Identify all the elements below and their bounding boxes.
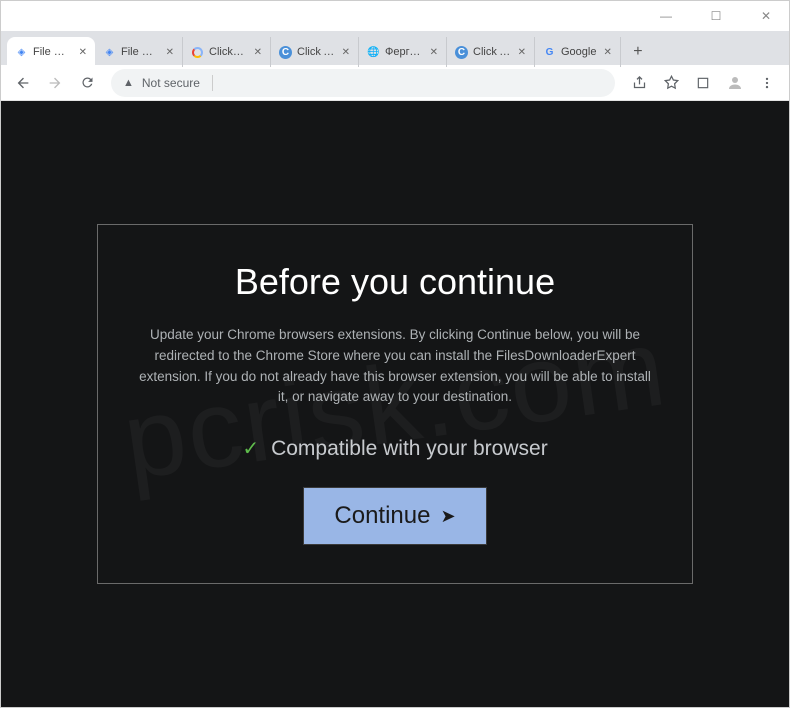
tab-fergana[interactable]: 🌐 Фергана - ... ✕ bbox=[359, 37, 447, 67]
address-bar[interactable]: ▲ Not secure bbox=[111, 69, 615, 97]
new-tab-button[interactable]: + bbox=[625, 39, 651, 65]
tab-click-quo[interactable]: Click &quo... ✕ bbox=[183, 37, 271, 67]
window-titlebar: — ☐ ✕ bbox=[1, 1, 789, 31]
tab-file-download-2[interactable]: ◈ File Downl... ✕ bbox=[95, 37, 183, 67]
close-window-button[interactable]: ✕ bbox=[749, 5, 783, 27]
google-icon: G bbox=[543, 46, 556, 59]
cube-icon: ◈ bbox=[103, 46, 116, 59]
forward-button[interactable] bbox=[41, 69, 69, 97]
ring-icon bbox=[191, 46, 204, 59]
bookmark-button[interactable] bbox=[657, 69, 685, 97]
close-tab-icon[interactable]: ✕ bbox=[77, 47, 89, 58]
person-icon bbox=[726, 74, 744, 92]
close-tab-icon[interactable]: ✕ bbox=[164, 47, 176, 58]
tab-google[interactable]: G Google ✕ bbox=[535, 37, 621, 67]
close-tab-icon[interactable]: ✕ bbox=[516, 47, 528, 58]
close-tab-icon[interactable]: ✕ bbox=[340, 47, 352, 58]
continue-modal: Before you continue Update your Chrome b… bbox=[97, 224, 693, 585]
c-icon: C bbox=[279, 46, 292, 59]
browser-toolbar: ▲ Not secure bbox=[1, 65, 789, 101]
page-content: pcrisk.com Before you continue Update yo… bbox=[1, 101, 789, 707]
tab-label: Фергана - ... bbox=[385, 46, 423, 58]
tab-label: File Downl... bbox=[33, 46, 72, 58]
modal-heading: Before you continue bbox=[136, 261, 654, 303]
continue-label: Continue bbox=[334, 502, 430, 530]
close-tab-icon[interactable]: ✕ bbox=[601, 47, 613, 58]
compatibility-label: Compatible with your browser bbox=[271, 437, 548, 461]
tab-label: File Downl... bbox=[121, 46, 159, 58]
maximize-button[interactable]: ☐ bbox=[699, 5, 733, 27]
tab-label: Click Allow bbox=[473, 46, 511, 58]
arrow-right-icon bbox=[47, 75, 63, 91]
browser-window: — ☐ ✕ ◈ File Downl... ✕ ◈ File Downl... … bbox=[0, 0, 790, 708]
toolbar-right bbox=[625, 69, 781, 97]
tab-strip: ◈ File Downl... ✕ ◈ File Downl... ✕ Clic… bbox=[1, 31, 789, 65]
checkmark-icon: ✓ bbox=[242, 436, 259, 461]
cube-icon: ◈ bbox=[15, 46, 28, 59]
back-button[interactable] bbox=[9, 69, 37, 97]
star-icon bbox=[664, 75, 679, 90]
menu-button[interactable] bbox=[753, 69, 781, 97]
c-icon: C bbox=[455, 46, 468, 59]
share-button[interactable] bbox=[625, 69, 653, 97]
close-tab-icon[interactable]: ✕ bbox=[428, 47, 440, 58]
profile-button[interactable] bbox=[721, 69, 749, 97]
tab-click-allow-1[interactable]: C Click Allow ✕ bbox=[271, 37, 359, 67]
tab-label: Click Allow bbox=[297, 46, 335, 58]
extensions-button[interactable] bbox=[689, 69, 717, 97]
tab-click-allow-2[interactable]: C Click Allow ✕ bbox=[447, 37, 535, 67]
warning-icon: ▲ bbox=[123, 77, 134, 89]
reload-icon bbox=[80, 75, 95, 90]
tab-label: Google bbox=[561, 46, 596, 58]
tab-label: Click &quo... bbox=[209, 46, 247, 58]
arrow-right-icon: ➤ bbox=[440, 506, 455, 527]
puzzle-icon bbox=[696, 76, 710, 90]
tab-file-download-1[interactable]: ◈ File Downl... ✕ bbox=[7, 37, 95, 67]
reload-button[interactable] bbox=[73, 69, 101, 97]
kebab-icon bbox=[760, 76, 774, 90]
minimize-button[interactable]: — bbox=[649, 5, 683, 27]
continue-button[interactable]: Continue ➤ bbox=[303, 487, 486, 545]
close-tab-icon[interactable]: ✕ bbox=[252, 47, 264, 58]
arrow-left-icon bbox=[15, 75, 31, 91]
globe-icon: 🌐 bbox=[367, 46, 380, 59]
compatibility-row: ✓ Compatible with your browser bbox=[136, 436, 654, 461]
modal-body-text: Update your Chrome browsers extensions. … bbox=[136, 325, 654, 409]
share-icon bbox=[632, 75, 647, 90]
security-status: Not secure bbox=[142, 76, 200, 90]
divider bbox=[212, 75, 213, 91]
